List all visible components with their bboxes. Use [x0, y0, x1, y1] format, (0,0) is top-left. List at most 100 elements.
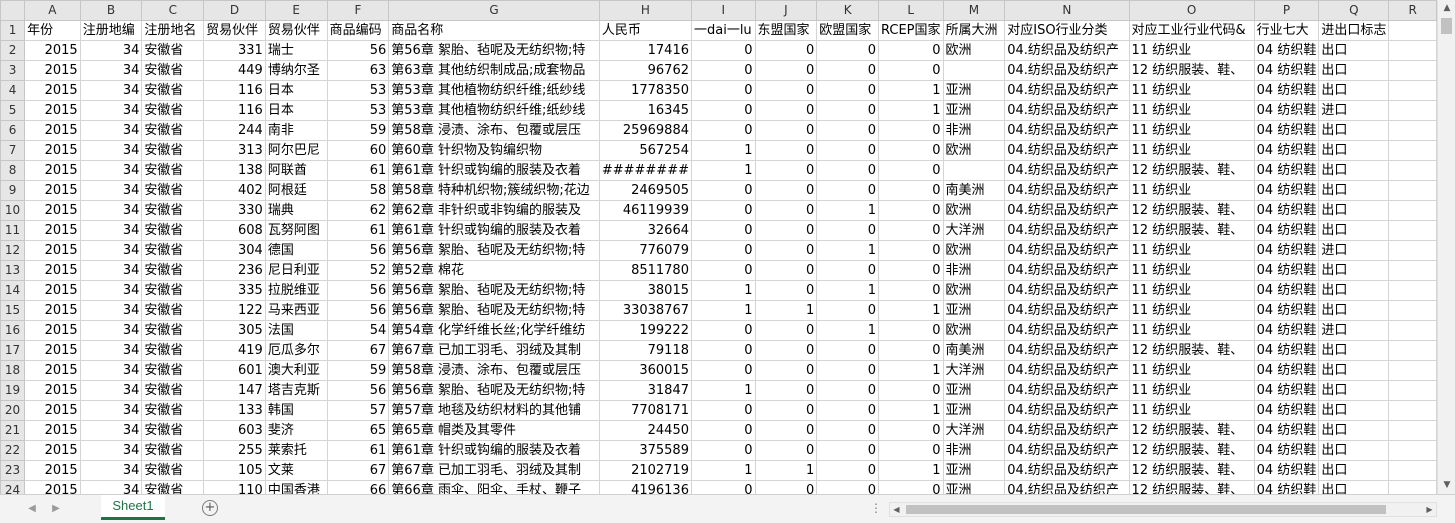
cell[interactable]: 53 [326, 100, 390, 121]
cell[interactable]: 04.纺织品及纺织产 [1004, 320, 1130, 341]
cell[interactable]: 58 [326, 180, 390, 201]
cell[interactable]: 04.纺织品及纺织产 [1004, 300, 1130, 321]
cell[interactable]: 0 [690, 440, 756, 461]
cell[interactable]: 04.纺织品及纺织产 [1004, 360, 1130, 381]
cell[interactable]: 335 [203, 280, 266, 301]
cell[interactable]: 2015 [24, 180, 81, 201]
cell[interactable]: 34 [79, 140, 143, 161]
cell[interactable]: 2015 [24, 40, 81, 61]
cell[interactable]: 12 纺织服装、鞋、 [1128, 60, 1255, 81]
cell[interactable]: 0 [816, 440, 879, 461]
cell[interactable]: 0 [877, 280, 944, 301]
cell[interactable]: 第67章 已加工羽毛、羽绒及其制 [388, 460, 600, 481]
cell[interactable]: 出口 [1318, 360, 1390, 381]
cell[interactable]: 46119939 [598, 200, 692, 221]
cell[interactable]: 0 [816, 300, 879, 321]
cell[interactable]: 04.纺织品及纺织产 [1004, 80, 1130, 101]
cell[interactable]: 360015 [598, 360, 692, 381]
vertical-scrollbar[interactable]: ▲ ▼ [1437, 0, 1455, 494]
cell[interactable]: 2015 [24, 100, 81, 121]
cell[interactable]: 0 [754, 240, 818, 261]
cell[interactable]: 1 [877, 80, 944, 101]
horizontal-scroll-thumb[interactable] [906, 505, 1386, 514]
cell[interactable]: 33038767 [598, 300, 692, 321]
cell[interactable]: 进口 [1318, 240, 1390, 261]
cell[interactable]: 34 [79, 120, 143, 141]
cell[interactable]: 安徽省 [141, 380, 205, 401]
cell[interactable]: 147 [203, 380, 266, 401]
cell[interactable]: 0 [877, 120, 944, 141]
cell[interactable]: 12 纺织服装、鞋、 [1128, 220, 1255, 241]
cell[interactable]: 34 [79, 80, 143, 101]
cell[interactable]: 62 [326, 200, 390, 221]
cell[interactable]: 04 纺织鞋 [1253, 320, 1320, 341]
cell[interactable]: 56 [326, 280, 390, 301]
cell[interactable]: 04.纺织品及纺织产 [1004, 260, 1130, 281]
cell[interactable]: 0 [816, 60, 879, 81]
cell[interactable]: 第66章 雨伞、阳伞、手杖、鞭子 [388, 480, 600, 494]
cell-table[interactable]: ABCDEFGHIJKLMNOPQR 1 年份 注册地编 注册地名 贸易伙伴 贸易伙伴商… [0, 0, 1437, 494]
cell[interactable] [1388, 80, 1437, 101]
cell[interactable]: 04.纺织品及纺织产 [1004, 60, 1130, 81]
cell[interactable]: 2015 [24, 60, 81, 81]
cell[interactable]: 0 [877, 320, 944, 341]
cell[interactable]: 0 [690, 480, 756, 494]
cell[interactable]: 进口 [1318, 100, 1390, 121]
cell[interactable]: 0 [877, 220, 944, 241]
cell[interactable]: 安徽省 [141, 440, 205, 461]
cell[interactable]: 0 [754, 120, 818, 141]
cell[interactable]: 1 [690, 380, 756, 401]
cell[interactable]: 安徽省 [141, 360, 205, 381]
cell[interactable]: 2015 [24, 80, 81, 101]
cell[interactable]: 日本 [264, 80, 328, 101]
cell[interactable]: 04 纺织鞋 [1253, 360, 1320, 381]
cell[interactable]: 欧洲 [942, 320, 1006, 341]
cell[interactable]: 0 [754, 180, 818, 201]
cell[interactable]: 安徽省 [141, 300, 205, 321]
cell[interactable]: 0 [690, 400, 756, 421]
cell[interactable]: 第61章 针织或钩编的服装及衣着 [388, 160, 600, 181]
cell[interactable] [1388, 380, 1437, 401]
cell[interactable]: 1 [816, 320, 879, 341]
row-number[interactable]: 17 [0, 340, 26, 361]
cell[interactable]: 南美洲 [942, 340, 1006, 361]
cell[interactable]: 419 [203, 340, 266, 361]
header-cell[interactable]: 贸易伙伴 [264, 20, 328, 41]
cell[interactable]: 57 [326, 400, 390, 421]
cell[interactable] [1388, 220, 1437, 241]
scroll-right-icon[interactable]: ▶ [1423, 503, 1436, 516]
next-sheet-icon[interactable]: ▶ [48, 501, 64, 517]
cell[interactable]: 阿尔巴尼 [264, 140, 328, 161]
cell[interactable]: 04.纺织品及纺织产 [1004, 240, 1130, 261]
cell[interactable] [1388, 440, 1437, 461]
cell[interactable]: 安徽省 [141, 480, 205, 494]
cell[interactable] [1388, 60, 1437, 81]
cell[interactable] [1388, 400, 1437, 421]
cell[interactable]: 2015 [24, 400, 81, 421]
cell[interactable]: 11 纺织业 [1128, 120, 1255, 141]
cell[interactable]: 0 [816, 460, 879, 481]
header-cell[interactable]: 贸易伙伴 [203, 20, 266, 41]
cell[interactable]: 厄瓜多尔 [264, 340, 328, 361]
cell[interactable]: 安徽省 [141, 220, 205, 241]
cell[interactable]: 34 [79, 60, 143, 81]
cell[interactable]: 出口 [1318, 380, 1390, 401]
cell[interactable]: 12 纺织服装、鞋、 [1128, 340, 1255, 361]
cell[interactable] [1388, 340, 1437, 361]
cell[interactable]: 2015 [24, 300, 81, 321]
row-number[interactable]: 21 [0, 420, 26, 441]
cell[interactable]: 第61章 针织或钩编的服装及衣着 [388, 440, 600, 461]
cell[interactable]: 0 [690, 180, 756, 201]
cell[interactable]: 67 [326, 460, 390, 481]
cell[interactable]: 出口 [1318, 80, 1390, 101]
more-options-icon[interactable]: ⋮ [870, 501, 883, 515]
cell[interactable]: 2015 [24, 480, 81, 494]
cell[interactable]: 2015 [24, 440, 81, 461]
header-cell[interactable]: 东盟国家 [754, 20, 818, 41]
column-header[interactable]: F [326, 0, 390, 21]
cell[interactable]: 0 [816, 140, 879, 161]
cell[interactable]: 34 [79, 480, 143, 494]
cell[interactable]: 0 [877, 60, 944, 81]
cell[interactable]: 34 [79, 360, 143, 381]
cell[interactable]: 出口 [1318, 140, 1390, 161]
